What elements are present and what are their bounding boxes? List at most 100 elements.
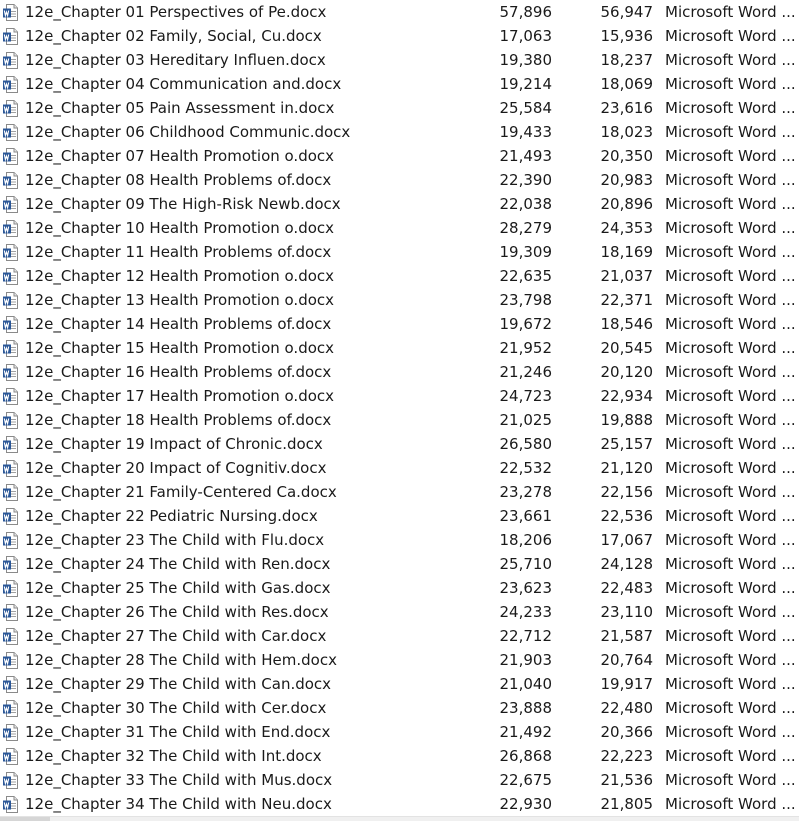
file-type: Microsoft Word ...: [665, 291, 796, 309]
file-name: 12e_Chapter 11 Health Problems of.docx: [25, 243, 332, 261]
file-row[interactable]: 12e_Chapter 01 Perspectives of Pe.docx 57…: [0, 0, 799, 24]
file-row[interactable]: 12e_Chapter 25 The Child with Gas.docx 23…: [0, 576, 799, 600]
file-size: 24,233: [499, 603, 553, 621]
file-row[interactable]: 12e_Chapter 31 The Child with End.docx 21…: [0, 720, 799, 744]
file-row[interactable]: 12e_Chapter 04 Communication and.docx 19,…: [0, 72, 799, 96]
word-document-icon: [3, 340, 18, 357]
word-document-icon: [3, 796, 18, 813]
word-document-icon: [3, 724, 18, 741]
file-size: 18,206: [499, 531, 553, 549]
file-name: 12e_Chapter 01 Perspectives of Pe.docx: [25, 3, 327, 21]
file-size: 23,278: [499, 483, 553, 501]
file-size: 19,672: [499, 315, 553, 333]
file-name: 12e_Chapter 06 Childhood Communic.docx: [25, 123, 351, 141]
file-type: Microsoft Word ...: [665, 603, 796, 621]
word-document-icon: [3, 772, 18, 789]
word-document-icon: [3, 364, 18, 381]
file-type: Microsoft Word ...: [665, 747, 796, 765]
file-size: 19,309: [499, 243, 553, 261]
file-row[interactable]: 12e_Chapter 02 Family, Social, Cu.docx 17…: [0, 24, 799, 48]
file-type: Microsoft Word ...: [665, 147, 796, 165]
file-row[interactable]: 12e_Chapter 21 Family-Centered Ca.docx 23…: [0, 480, 799, 504]
file-packed-size: 18,023: [600, 123, 654, 141]
file-size: 23,661: [499, 507, 553, 525]
file-name: 12e_Chapter 21 Family-Centered Ca.docx: [25, 483, 337, 501]
file-row[interactable]: 12e_Chapter 23 The Child with Flu.docx 18…: [0, 528, 799, 552]
file-name: 12e_Chapter 32 The Child with Int.docx: [25, 747, 322, 765]
horizontal-scrollbar-thumb[interactable]: [0, 817, 50, 821]
word-document-icon: [3, 196, 18, 213]
file-type: Microsoft Word ...: [665, 219, 796, 237]
file-name: 12e_Chapter 09 The High-Risk Newb.docx: [25, 195, 341, 213]
file-row[interactable]: 12e_Chapter 19 Impact of Chronic.docx 26,…: [0, 432, 799, 456]
file-row[interactable]: 12e_Chapter 06 Childhood Communic.docx 19…: [0, 120, 799, 144]
file-row[interactable]: 12e_Chapter 03 Hereditary Influen.docx 19…: [0, 48, 799, 72]
file-size: 57,896: [499, 3, 553, 21]
file-row[interactable]: 12e_Chapter 11 Health Problems of.docx 19…: [0, 240, 799, 264]
file-row[interactable]: 12e_Chapter 08 Health Problems of.docx 22…: [0, 168, 799, 192]
file-packed-size: 22,223: [600, 747, 654, 765]
file-type: Microsoft Word ...: [665, 51, 796, 69]
file-row[interactable]: 12e_Chapter 30 The Child with Cer.docx 23…: [0, 696, 799, 720]
file-name: 12e_Chapter 23 The Child with Flu.docx: [25, 531, 325, 549]
file-size: 21,492: [499, 723, 553, 741]
file-row[interactable]: 12e_Chapter 18 Health Problems of.docx 21…: [0, 408, 799, 432]
file-packed-size: 20,366: [600, 723, 654, 741]
file-name: 12e_Chapter 34 The Child with Neu.docx: [25, 795, 332, 813]
file-row[interactable]: 12e_Chapter 10 Health Promotion o.docx 28…: [0, 216, 799, 240]
file-row[interactable]: 12e_Chapter 15 Health Promotion o.docx 21…: [0, 336, 799, 360]
file-row[interactable]: 12e_Chapter 17 Health Promotion o.docx 24…: [0, 384, 799, 408]
file-type: Microsoft Word ...: [665, 387, 796, 405]
file-row[interactable]: 12e_Chapter 16 Health Problems of.docx 21…: [0, 360, 799, 384]
file-name: 12e_Chapter 18 Health Problems of.docx: [25, 411, 332, 429]
word-document-icon: [3, 268, 18, 285]
file-row[interactable]: 12e_Chapter 09 The High-Risk Newb.docx 22…: [0, 192, 799, 216]
file-type: Microsoft Word ...: [665, 243, 796, 261]
file-name: 12e_Chapter 08 Health Problems of.docx: [25, 171, 332, 189]
file-name: 12e_Chapter 19 Impact of Chronic.docx: [25, 435, 323, 453]
file-name: 12e_Chapter 14 Health Problems of.docx: [25, 315, 332, 333]
word-document-icon: [3, 388, 18, 405]
file-packed-size: 19,917: [600, 675, 654, 693]
word-document-icon: [3, 532, 18, 549]
file-type: Microsoft Word ...: [665, 3, 796, 21]
file-row[interactable]: 12e_Chapter 29 The Child with Can.docx 21…: [0, 672, 799, 696]
file-size: 25,710: [499, 555, 553, 573]
file-size: 22,930: [499, 795, 553, 813]
horizontal-scrollbar[interactable]: [0, 816, 799, 821]
file-size: 19,433: [499, 123, 553, 141]
file-type: Microsoft Word ...: [665, 531, 796, 549]
file-type: Microsoft Word ...: [665, 723, 796, 741]
file-name: 12e_Chapter 27 The Child with Car.docx: [25, 627, 327, 645]
file-name: 12e_Chapter 31 The Child with End.docx: [25, 723, 331, 741]
file-name: 12e_Chapter 26 The Child with Res.docx: [25, 603, 329, 621]
file-packed-size: 24,128: [600, 555, 654, 573]
file-row[interactable]: 12e_Chapter 13 Health Promotion o.docx 23…: [0, 288, 799, 312]
file-name: 12e_Chapter 10 Health Promotion o.docx: [25, 219, 335, 237]
file-row[interactable]: 12e_Chapter 32 The Child with Int.docx 26…: [0, 744, 799, 768]
file-row[interactable]: 12e_Chapter 12 Health Promotion o.docx 22…: [0, 264, 799, 288]
file-row[interactable]: 12e_Chapter 07 Health Promotion o.docx 21…: [0, 144, 799, 168]
word-document-icon: [3, 148, 18, 165]
file-row[interactable]: 12e_Chapter 14 Health Problems of.docx 19…: [0, 312, 799, 336]
file-name: 12e_Chapter 15 Health Promotion o.docx: [25, 339, 335, 357]
file-name: 12e_Chapter 02 Family, Social, Cu.docx: [25, 27, 322, 45]
file-row[interactable]: 12e_Chapter 26 The Child with Res.docx 24…: [0, 600, 799, 624]
file-row[interactable]: 12e_Chapter 22 Pediatric Nursing.docx 23,…: [0, 504, 799, 528]
file-row[interactable]: 12e_Chapter 20 Impact of Cognitiv.docx 22…: [0, 456, 799, 480]
file-row[interactable]: 12e_Chapter 33 The Child with Mus.docx 22…: [0, 768, 799, 792]
file-type: Microsoft Word ...: [665, 771, 796, 789]
file-row[interactable]: 12e_Chapter 05 Pain Assessment in.docx 25…: [0, 96, 799, 120]
file-packed-size: 25,157: [600, 435, 654, 453]
file-list[interactable]: 12e_Chapter 01 Perspectives of Pe.docx 57…: [0, 0, 799, 816]
file-type: Microsoft Word ...: [665, 363, 796, 381]
file-type: Microsoft Word ...: [665, 483, 796, 501]
word-document-icon: [3, 316, 18, 333]
file-row[interactable]: 12e_Chapter 28 The Child with Hem.docx 21…: [0, 648, 799, 672]
file-packed-size: 22,480: [600, 699, 654, 717]
file-name: 12e_Chapter 33 The Child with Mus.docx: [25, 771, 333, 789]
file-row[interactable]: 12e_Chapter 34 The Child with Neu.docx 22…: [0, 792, 799, 816]
file-type: Microsoft Word ...: [665, 315, 796, 333]
file-row[interactable]: 12e_Chapter 27 The Child with Car.docx 22…: [0, 624, 799, 648]
file-row[interactable]: 12e_Chapter 24 The Child with Ren.docx 25…: [0, 552, 799, 576]
